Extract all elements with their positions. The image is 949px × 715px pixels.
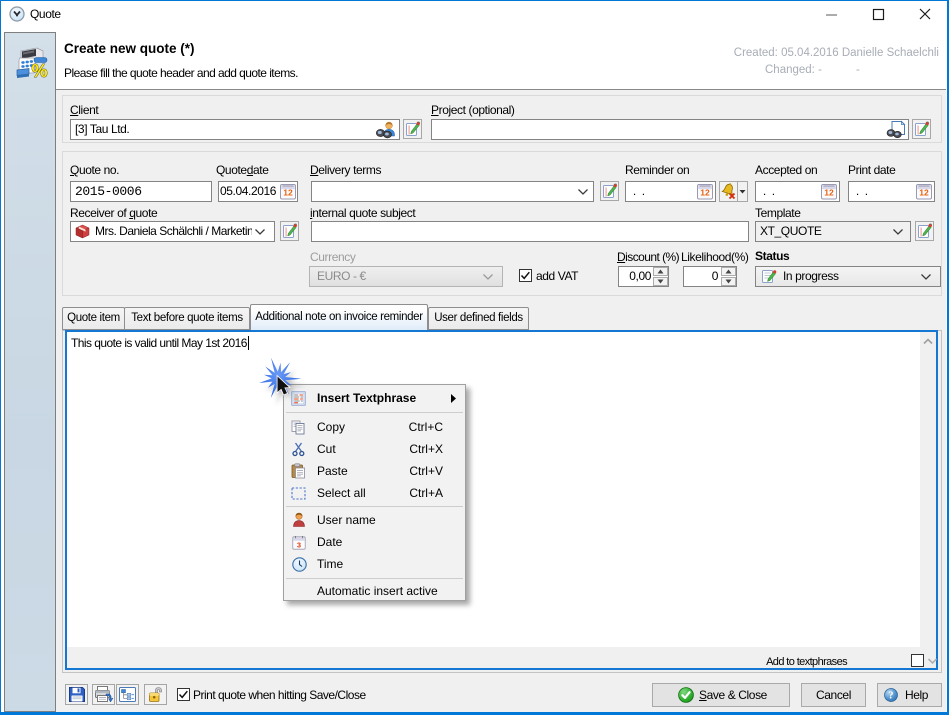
svg-text:12: 12 xyxy=(919,188,929,198)
svg-text:3: 3 xyxy=(297,540,301,549)
svg-text:%: % xyxy=(31,61,47,81)
svg-text:12: 12 xyxy=(700,188,710,198)
svg-text:12: 12 xyxy=(824,188,834,198)
svg-text:?: ? xyxy=(889,691,894,702)
svg-text:12: 12 xyxy=(283,188,293,198)
